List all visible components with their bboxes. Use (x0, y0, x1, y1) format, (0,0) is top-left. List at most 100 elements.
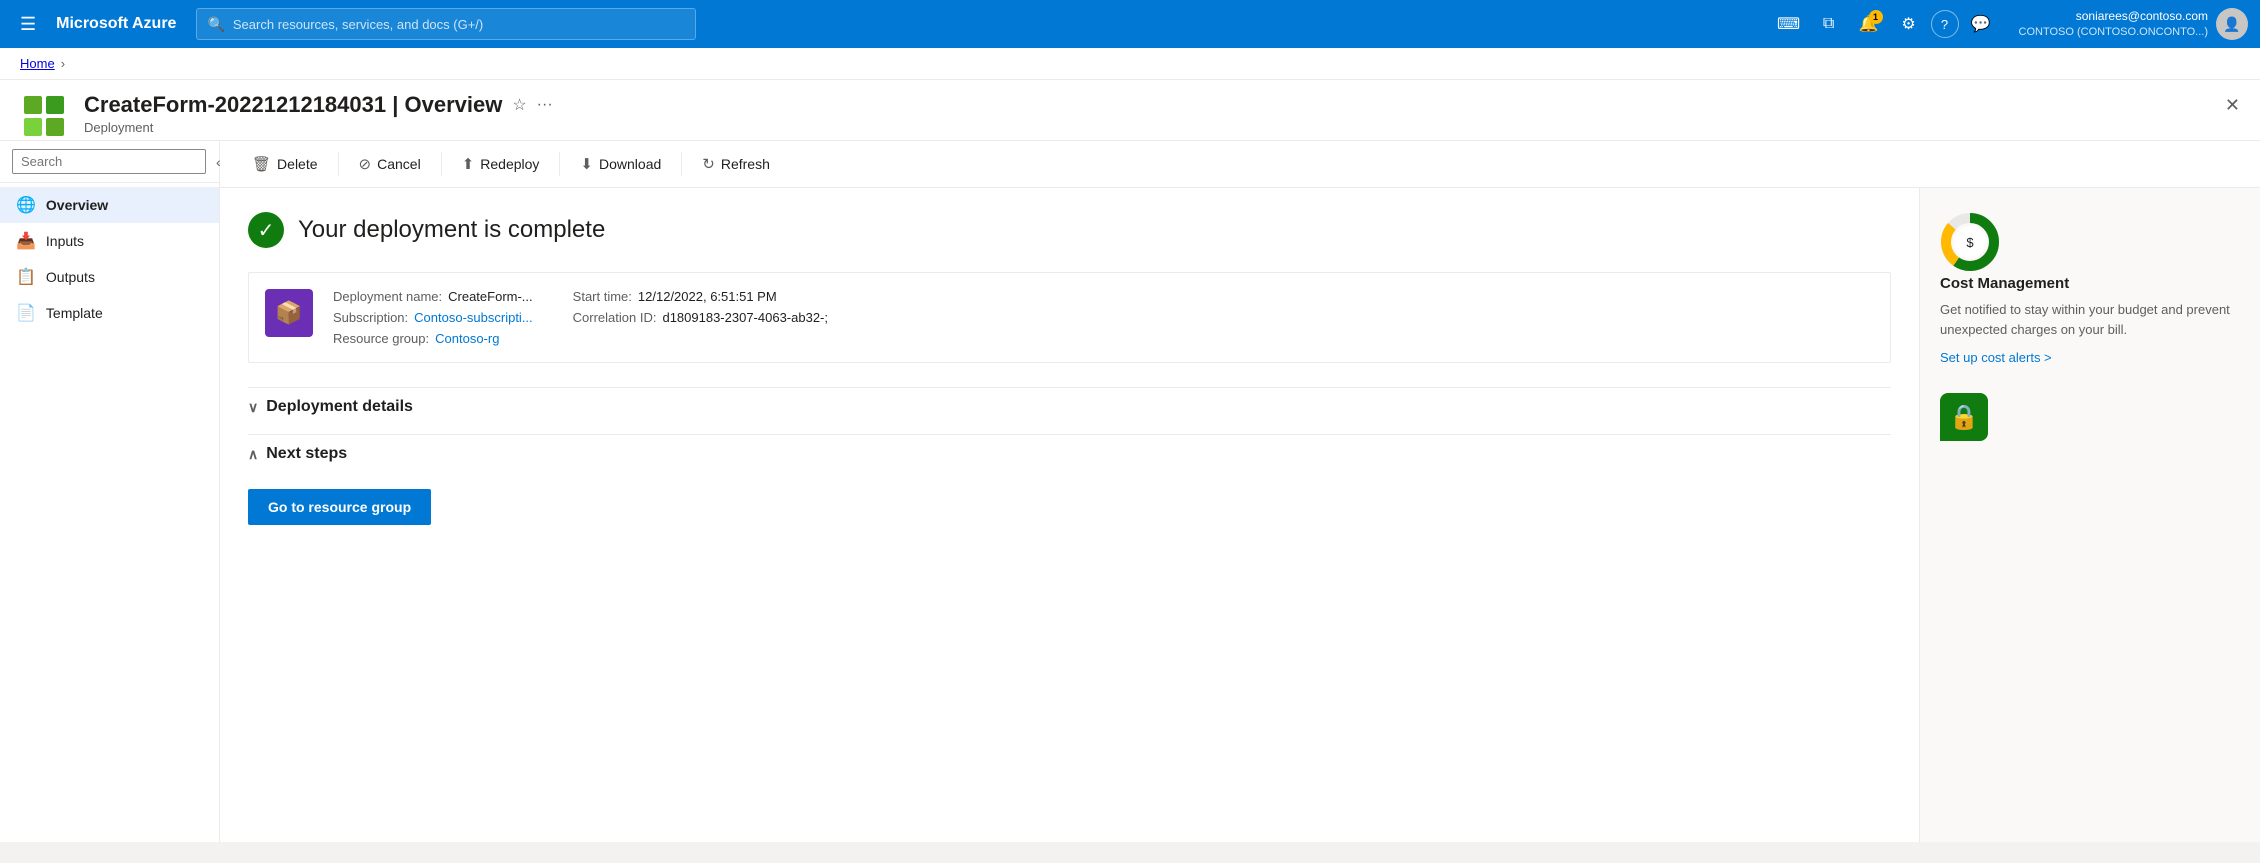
content-area: 🗑 Delete ⊘ Cancel ⬆ Redeploy ⬇ Download … (220, 141, 2260, 842)
delete-button[interactable]: 🗑 Delete (240, 149, 330, 179)
breadcrumb: Home › (0, 48, 2260, 80)
sidebar-item-overview-label: Overview (46, 197, 108, 213)
detail-col-right: Start time: 12/12/2022, 6:51:51 PM Corre… (573, 289, 828, 346)
toolbar: 🗑 Delete ⊘ Cancel ⬆ Redeploy ⬇ Download … (220, 141, 2260, 188)
cost-alerts-link[interactable]: Set up cost alerts > (1940, 350, 2052, 365)
notifications-icon[interactable]: 🔔1 (1851, 6, 1887, 42)
cancel-icon: ⊘ (359, 155, 372, 173)
deployment-name-value: CreateForm-... (448, 289, 533, 304)
deployment-details-header[interactable]: ∨ Deployment details (248, 387, 1891, 426)
detail-row-subscription: Subscription: Contoso-subscripti... (333, 310, 533, 325)
user-info-text: soniarees@contoso.com CONTOSO (CONTOSO.O… (2019, 9, 2208, 39)
refresh-button[interactable]: ↻ Refresh (690, 149, 782, 179)
detail-col-left: Deployment name: CreateForm-... Subscrip… (333, 289, 533, 346)
download-icon: ⬇ (580, 155, 593, 173)
cancel-label: Cancel (377, 156, 421, 172)
success-message: Your deployment is complete (298, 216, 605, 244)
search-icon: 🔍 (207, 16, 224, 33)
page-title: CreateForm-20221212184031 | Overview (84, 92, 502, 118)
toolbar-divider-3 (559, 152, 560, 176)
sidebar-item-overview[interactable]: 🌐 Overview (0, 187, 219, 223)
security-widget: 🔒 (1940, 393, 2240, 441)
cost-management-description: Get notified to stay within your budget … (1940, 300, 2240, 339)
cancel-button[interactable]: ⊘ Cancel (347, 149, 433, 179)
resource-group-label: Resource group: (333, 331, 429, 346)
security-shield-icon: 🔒 (1940, 393, 1988, 441)
success-banner: ✓ Your deployment is complete (248, 212, 1891, 248)
detail-row-starttime: Start time: 12/12/2022, 6:51:51 PM (573, 289, 828, 304)
detail-row-name: Deployment name: CreateForm-... (333, 289, 533, 304)
toolbar-divider-4 (681, 152, 682, 176)
resource-logo (20, 92, 68, 140)
user-avatar[interactable]: 👤 (2216, 8, 2248, 40)
sidebar-item-inputs-label: Inputs (46, 233, 84, 249)
deployment-name-label: Deployment name: (333, 289, 442, 304)
correlation-id-value: d1809183-2307-4063-ab32-; (662, 310, 828, 325)
deployment-main: ✓ Your deployment is complete 📦 Deployme… (220, 188, 1920, 842)
svg-text:$: $ (1966, 235, 1974, 250)
top-nav-icons: ⌨ ⧉ 🔔1 ⚙ ? 💬 (1771, 6, 1999, 42)
deployment-details-chevron: ∨ (248, 399, 258, 416)
help-icon[interactable]: ? (1931, 10, 1959, 38)
user-org: CONTOSO (CONTOSO.ONCONTO...) (2019, 25, 2208, 39)
toolbar-divider-2 (441, 152, 442, 176)
settings-icon[interactable]: ⚙ (1891, 6, 1927, 42)
pin-icon[interactable]: ☆ (512, 95, 526, 115)
sidebar-item-template-label: Template (46, 305, 103, 321)
success-icon: ✓ (248, 212, 284, 248)
outputs-icon: 📋 (16, 267, 36, 287)
redeploy-icon: ⬆ (462, 155, 475, 173)
deployment-details-label: Deployment details (266, 398, 413, 416)
next-steps-chevron: ∧ (248, 446, 258, 463)
user-profile[interactable]: soniarees@contoso.com CONTOSO (CONTOSO.O… (2019, 8, 2248, 40)
top-navigation: ☰ Microsoft Azure 🔍 ⌨ ⧉ 🔔1 ⚙ ? 💬 soniare… (0, 0, 2260, 48)
sidebar-item-inputs[interactable]: 📥 Inputs (0, 223, 219, 259)
redeploy-button[interactable]: ⬆ Redeploy (450, 149, 552, 179)
more-options-icon[interactable]: ··· (537, 96, 553, 114)
detail-row-correlation: Correlation ID: d1809183-2307-4063-ab32-… (573, 310, 828, 325)
sidebar-item-template[interactable]: 📄 Template (0, 295, 219, 331)
cost-donut-chart: $ (1940, 212, 2000, 272)
deployment-type-icon: 📦 (265, 289, 313, 337)
feedback-icon[interactable]: 💬 (1963, 6, 1999, 42)
cost-management-widget: $ Cost Management Get notified to stay w… (1940, 212, 2240, 365)
next-steps-content: Go to resource group (248, 473, 1891, 541)
hamburger-menu[interactable]: ☰ (12, 10, 44, 39)
next-steps-header[interactable]: ∧ Next steps (248, 434, 1891, 473)
main-layout: « 🌐 Overview 📥 Inputs 📋 Outputs 📄 Templa… (0, 141, 2260, 842)
resource-group-link[interactable]: Contoso-rg (435, 331, 499, 346)
global-search-bar: 🔍 (196, 8, 696, 40)
download-button[interactable]: ⬇ Download (568, 149, 673, 179)
breadcrumb-home[interactable]: Home (20, 56, 55, 71)
subscription-link[interactable]: Contoso-subscripti... (414, 310, 533, 325)
detail-row-resource-group: Resource group: Contoso-rg (333, 331, 533, 346)
deployment-details: Deployment name: CreateForm-... Subscrip… (333, 289, 828, 346)
deployment-content: ✓ Your deployment is complete 📦 Deployme… (220, 188, 2260, 842)
brand-name: Microsoft Azure (56, 15, 176, 33)
next-steps-label: Next steps (266, 445, 347, 463)
close-icon[interactable]: ✕ (2225, 95, 2240, 116)
refresh-icon: ↻ (702, 155, 715, 173)
breadcrumb-chevron: › (61, 56, 65, 71)
sidebar-search-area: « (0, 141, 219, 183)
page-header-content: CreateForm-20221212184031 | Overview ☆ ·… (84, 92, 2240, 135)
deployment-info-box: 📦 Deployment name: CreateForm-... Subscr… (248, 272, 1891, 363)
redeploy-label: Redeploy (480, 156, 539, 172)
notification-badge: 1 (1869, 10, 1883, 24)
sidebar-item-outputs-label: Outputs (46, 269, 95, 285)
start-time-label: Start time: (573, 289, 632, 304)
correlation-id-label: Correlation ID: (573, 310, 657, 325)
global-search-input[interactable] (233, 17, 686, 32)
sidebar-search-input[interactable] (12, 149, 206, 174)
cloud-shell-icon[interactable]: ⌨ (1771, 6, 1807, 42)
page-subtitle: Deployment (84, 120, 2240, 135)
inputs-icon: 📥 (16, 231, 36, 251)
go-to-resource-group-button[interactable]: Go to resource group (248, 489, 431, 525)
start-time-value: 12/12/2022, 6:51:51 PM (638, 289, 777, 304)
cost-management-title: Cost Management (1940, 275, 2240, 292)
portal-settings-icon[interactable]: ⧉ (1811, 6, 1847, 42)
sidebar-item-outputs[interactable]: 📋 Outputs (0, 259, 219, 295)
refresh-label: Refresh (721, 156, 770, 172)
page-header: CreateForm-20221212184031 | Overview ☆ ·… (0, 80, 2260, 141)
delete-label: Delete (277, 156, 317, 172)
